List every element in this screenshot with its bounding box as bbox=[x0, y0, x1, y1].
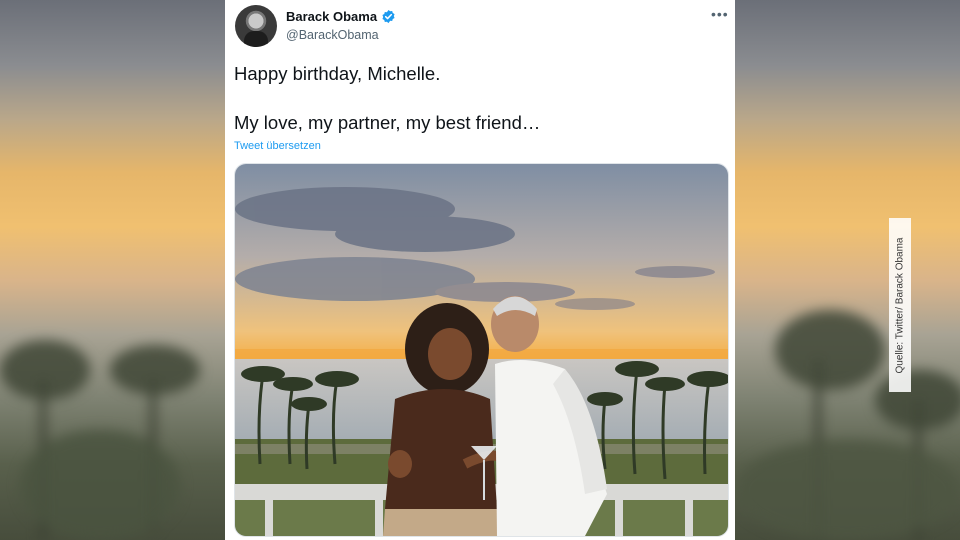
translate-tweet-link[interactable]: Tweet übersetzen bbox=[234, 140, 321, 152]
background-right-panel bbox=[735, 0, 960, 540]
tweet-text-line-2: My love, my partner, my best friend… bbox=[234, 112, 541, 133]
avatar[interactable] bbox=[235, 5, 277, 47]
handle[interactable]: @BarackObama bbox=[286, 28, 379, 42]
source-credit-text: Quelle: Twitter/ Barack Obama bbox=[894, 237, 906, 373]
tweet-text-line-1: Happy birthday, Michelle. bbox=[234, 63, 441, 84]
more-options-icon[interactable]: ••• bbox=[711, 6, 729, 22]
author-name-row: Barack Obama bbox=[286, 9, 396, 24]
display-name[interactable]: Barack Obama bbox=[286, 9, 377, 24]
verified-badge-icon bbox=[381, 9, 396, 24]
background-left-panel bbox=[0, 0, 225, 540]
source-credit: Quelle: Twitter/ Barack Obama bbox=[889, 218, 911, 392]
tweet-photo[interactable] bbox=[234, 163, 729, 537]
tweet-card: Barack Obama @BarackObama ••• Happy birt… bbox=[225, 0, 735, 540]
